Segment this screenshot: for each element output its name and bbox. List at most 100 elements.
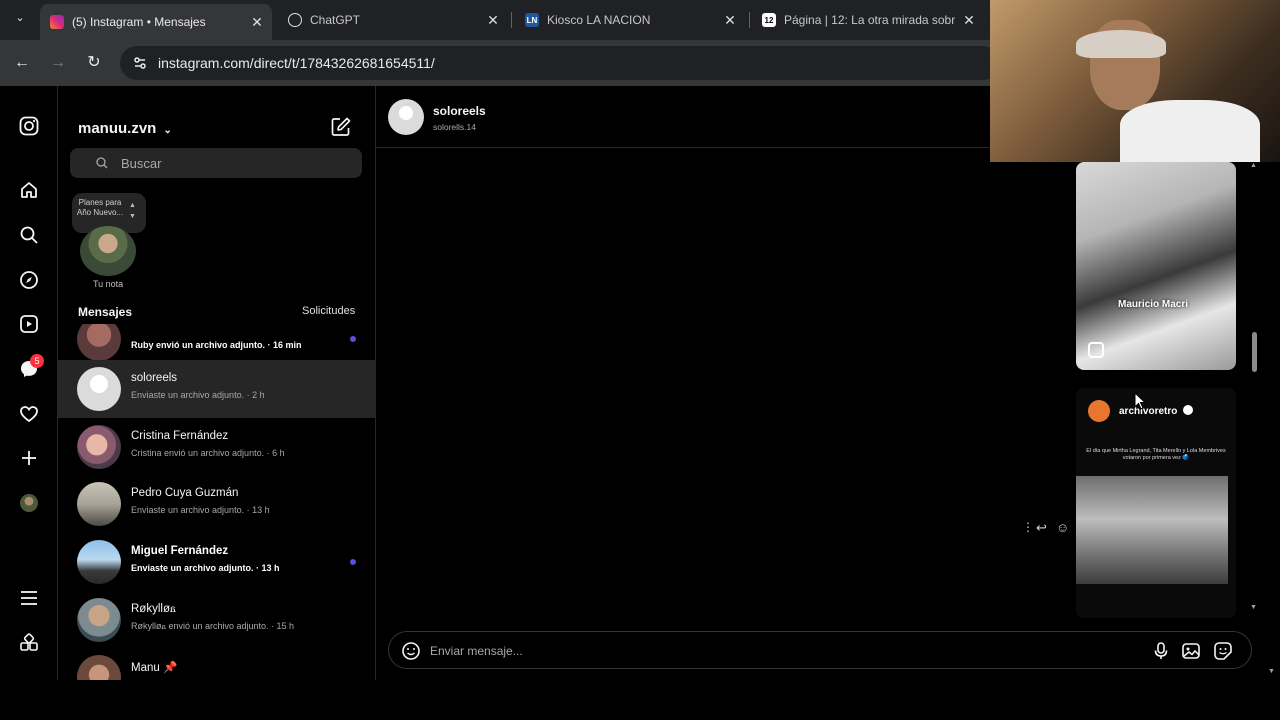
unread-dot (350, 336, 356, 342)
requests-link[interactable]: Solicitudes (302, 305, 355, 317)
more-options-icon[interactable]: ⋮ (1022, 520, 1034, 534)
webcam-shirt (1120, 100, 1260, 162)
note-arrows-icon: ▲ ▼ (129, 202, 136, 220)
reel-author-name: archivoretro (1119, 406, 1178, 417)
reel-caption: Mauricio Macri (1118, 299, 1189, 310)
tab-title: Kiosco LA NACION (547, 13, 651, 27)
message-composer[interactable]: Enviar mensaje... (388, 631, 1252, 669)
create-plus-icon[interactable] (19, 448, 39, 468)
conversation-item[interactable]: Miguel Fernández Enviaste un archivo adj… (58, 533, 375, 591)
conversation-item-selected[interactable]: soloreels Enviaste un archivo adjunto. ·… (58, 360, 375, 418)
tab-separator (511, 12, 512, 28)
instagram-left-nav: 5 (0, 86, 58, 680)
shared-reel[interactable]: Mauricio Macri (1076, 162, 1236, 370)
chat-panel: soloreels solorells.14 Mauricio Macri ar… (376, 86, 1280, 680)
instagram-favicon-icon (50, 15, 64, 29)
explore-compass-icon[interactable] (19, 270, 39, 290)
avatar (77, 425, 121, 469)
conversation-item[interactable]: Røkylløᏺ Røkylløᏺ envió un archivo adjun… (58, 591, 375, 649)
messages-heading: Mensajes (78, 305, 133, 319)
username: manuu.zvn (78, 120, 157, 137)
author-avatar (1088, 400, 1110, 422)
close-tab-icon[interactable]: ✕ (248, 14, 266, 31)
more-menu-icon[interactable] (19, 588, 39, 608)
tab-search-button[interactable]: ⌄ (10, 11, 30, 29)
conversation-name: Manu 📌 (131, 662, 178, 674)
verified-badge-icon (1183, 405, 1194, 415)
tab-title: Página | 12: La otra mirada sobr (784, 13, 956, 27)
conversation-preview: Cristina envió un archivo adjunto. · 6 h (131, 448, 285, 458)
chat-avatar[interactable] (388, 99, 424, 135)
conversation-name: Røkylløᏺ (131, 603, 176, 615)
conversation-list: Ruby envió un archivo adjunto. · 16 min … (58, 324, 375, 680)
chat-username[interactable]: soloreels (433, 104, 486, 118)
tab-pagina12[interactable]: 12 Página | 12: La otra mirada sobr ✕ (752, 6, 984, 34)
forward-arrow-icon[interactable]: → (48, 53, 68, 73)
notifications-heart-icon[interactable] (19, 404, 39, 424)
reply-icon[interactable]: ↩ (1036, 520, 1047, 536)
avatar (77, 482, 121, 526)
la-nacion-favicon-icon: LN (525, 13, 539, 27)
emoji-icon[interactable] (401, 641, 421, 661)
webcam-cap (1076, 30, 1166, 58)
page-scrollbar-down-arrow[interactable]: ▼ (1268, 668, 1275, 675)
home-icon[interactable] (19, 180, 39, 200)
conversation-preview: Enviaste un archivo adjunto. · 13 h (131, 505, 270, 515)
conversation-item[interactable]: Cristina Fernández Cristina envió un arc… (58, 418, 375, 476)
reels-icon[interactable] (19, 314, 39, 334)
search-icon[interactable] (19, 225, 39, 245)
tab-title: ChatGPT (310, 13, 361, 27)
close-tab-icon[interactable]: ✕ (721, 12, 739, 29)
tab-instagram[interactable]: (5) Instagram • Mensajes ✕ (40, 4, 272, 40)
instagram-app: 5 manuu.zvn ⌄ Buscar Planes para Año Nue… (0, 86, 1280, 680)
tab-chatgpt[interactable]: ChatGPT ✕ (278, 6, 508, 34)
reel-text: El día que Mirtha Legrand, Tita Merello … (1086, 448, 1226, 461)
avatar (77, 367, 121, 411)
conversation-preview: Enviaste un archivo adjunto. · 13 h (131, 563, 280, 573)
conversation-item[interactable]: Pedro Cuya Guzmán Enviaste un archivo ad… (58, 475, 375, 533)
shared-reel[interactable]: archivoretro El día que Mirtha Legrand, … (1076, 388, 1236, 618)
message-input[interactable]: Enviar mensaje... (430, 644, 523, 658)
chevron-down-icon: ⌄ (163, 125, 172, 136)
microphone-icon[interactable] (1151, 641, 1171, 661)
note-text: Planes para Año Nuevo... (76, 198, 124, 217)
profile-avatar[interactable] (19, 493, 39, 513)
also-from-meta-icon[interactable] (19, 633, 39, 653)
url-text[interactable]: instagram.com/direct/t/17843262681654511… (158, 55, 435, 71)
back-arrow-icon[interactable]: ← (12, 53, 32, 73)
search-input[interactable]: Buscar (121, 156, 161, 171)
conversation-preview: Røkylløᏺ envió un archivo adjunto. · 15 … (131, 621, 295, 631)
address-bar[interactable]: instagram.com/direct/t/17843262681654511… (120, 46, 1000, 80)
reel-author: archivoretro (1119, 405, 1194, 417)
pagina12-favicon-icon: 12 (762, 13, 776, 27)
conversation-name: Miguel Fernández (131, 545, 229, 557)
reels-icon (1088, 342, 1104, 358)
search-icon (96, 157, 108, 169)
chat-scrollbar[interactable]: ▲ ▼ (1249, 162, 1259, 617)
note-label: Tu nota (93, 279, 124, 289)
close-tab-icon[interactable]: ✕ (484, 12, 502, 29)
tab-la-nacion[interactable]: LN Kiosco LA NACION ✕ (515, 6, 745, 34)
reload-icon[interactable]: ↻ (84, 53, 104, 73)
webcam-overlay (990, 0, 1280, 162)
site-info-icon[interactable] (132, 55, 148, 71)
image-upload-icon[interactable] (1181, 641, 1201, 661)
react-emoji-icon[interactable]: ☺ (1056, 520, 1069, 535)
search-field[interactable]: Buscar (70, 148, 362, 178)
scroll-thumb[interactable] (1252, 332, 1257, 372)
unread-dot (350, 559, 356, 565)
instagram-logo-icon[interactable] (19, 116, 39, 136)
conversation-name: soloreels (131, 372, 178, 384)
my-note-avatar[interactable] (80, 226, 136, 276)
scroll-up-arrow[interactable]: ▲ (1250, 162, 1257, 169)
account-switcher[interactable]: manuu.zvn ⌄ (78, 120, 172, 137)
tab-title: (5) Instagram • Mensajes (72, 15, 206, 29)
new-message-icon[interactable] (330, 116, 352, 138)
messages-badge: 5 (30, 354, 44, 368)
tab-separator (749, 12, 750, 28)
sticker-icon[interactable] (1213, 641, 1233, 661)
close-tab-icon[interactable]: ✕ (960, 12, 978, 29)
scroll-down-arrow[interactable]: ▼ (1250, 604, 1257, 611)
conversation-item[interactable]: Manu 📌 (58, 648, 375, 680)
avatar (77, 324, 121, 361)
